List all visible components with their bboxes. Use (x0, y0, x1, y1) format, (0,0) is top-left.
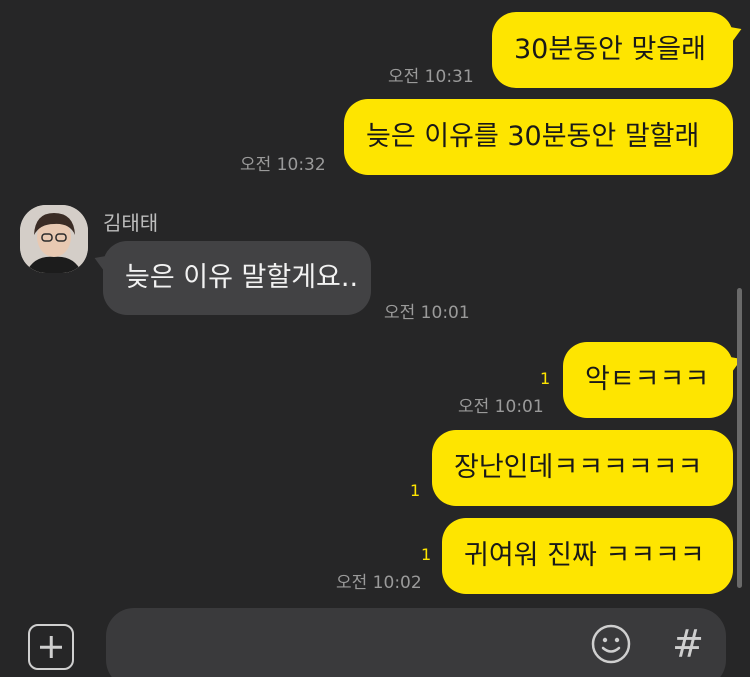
message-bubble[interactable]: 30분동안 맞을래 (492, 12, 746, 88)
plus-square-icon[interactable] (28, 624, 74, 670)
bubble-tail (90, 248, 114, 274)
message-text: 늦은 이유 말할게요.. (125, 262, 359, 293)
message-time: 오전 10:32 (240, 155, 326, 175)
message-bubble[interactable]: 늦은 이유 말할게요.. (90, 241, 371, 315)
message-bubble[interactable]: 장난인데ㅋㅋㅋㅋㅋㅋ (432, 430, 733, 506)
message-bubble[interactable]: 늦은 이유를 30분동안 말할래 (344, 99, 733, 175)
message-text: 30분동안 맞을래 (514, 34, 706, 65)
message-text: 귀여워 진짜 ㅋㅋㅋㅋ (464, 540, 705, 571)
message-time: 오전 10:01 (384, 303, 470, 323)
bubble-tail (722, 19, 746, 45)
message-bubble[interactable]: 악ㅌㅋㅋㅋ (563, 342, 746, 418)
hash-button[interactable]: # (668, 621, 708, 667)
chat-area[interactable]: 오전 10:31 30분동안 맞을래 오전 10:32 늦은 이유를 30분동안… (0, 0, 750, 600)
message-text: 악ㅌㅋㅋㅋ (585, 364, 710, 395)
unread-count: 1 (421, 545, 432, 564)
avatar[interactable] (20, 205, 88, 273)
message-text: 늦은 이유를 30분동안 말할래 (366, 121, 700, 152)
message-input[interactable] (106, 608, 726, 677)
message-text: 장난인데ㅋㅋㅋㅋㅋㅋ (454, 452, 703, 483)
profile-photo-icon (20, 205, 88, 273)
unread-count: 1 (540, 369, 551, 388)
smiley-icon[interactable] (590, 623, 632, 665)
sender-name: 김태태 (103, 211, 159, 235)
scrollbar[interactable] (737, 288, 742, 588)
message-bubble[interactable]: 귀여워 진짜 ㅋㅋㅋㅋ (442, 518, 733, 594)
message-time: 오전 10:31 (388, 67, 474, 87)
message-time: 오전 10:02 (336, 573, 422, 593)
unread-count: 1 (410, 481, 421, 500)
message-time: 오전 10:01 (458, 397, 544, 417)
